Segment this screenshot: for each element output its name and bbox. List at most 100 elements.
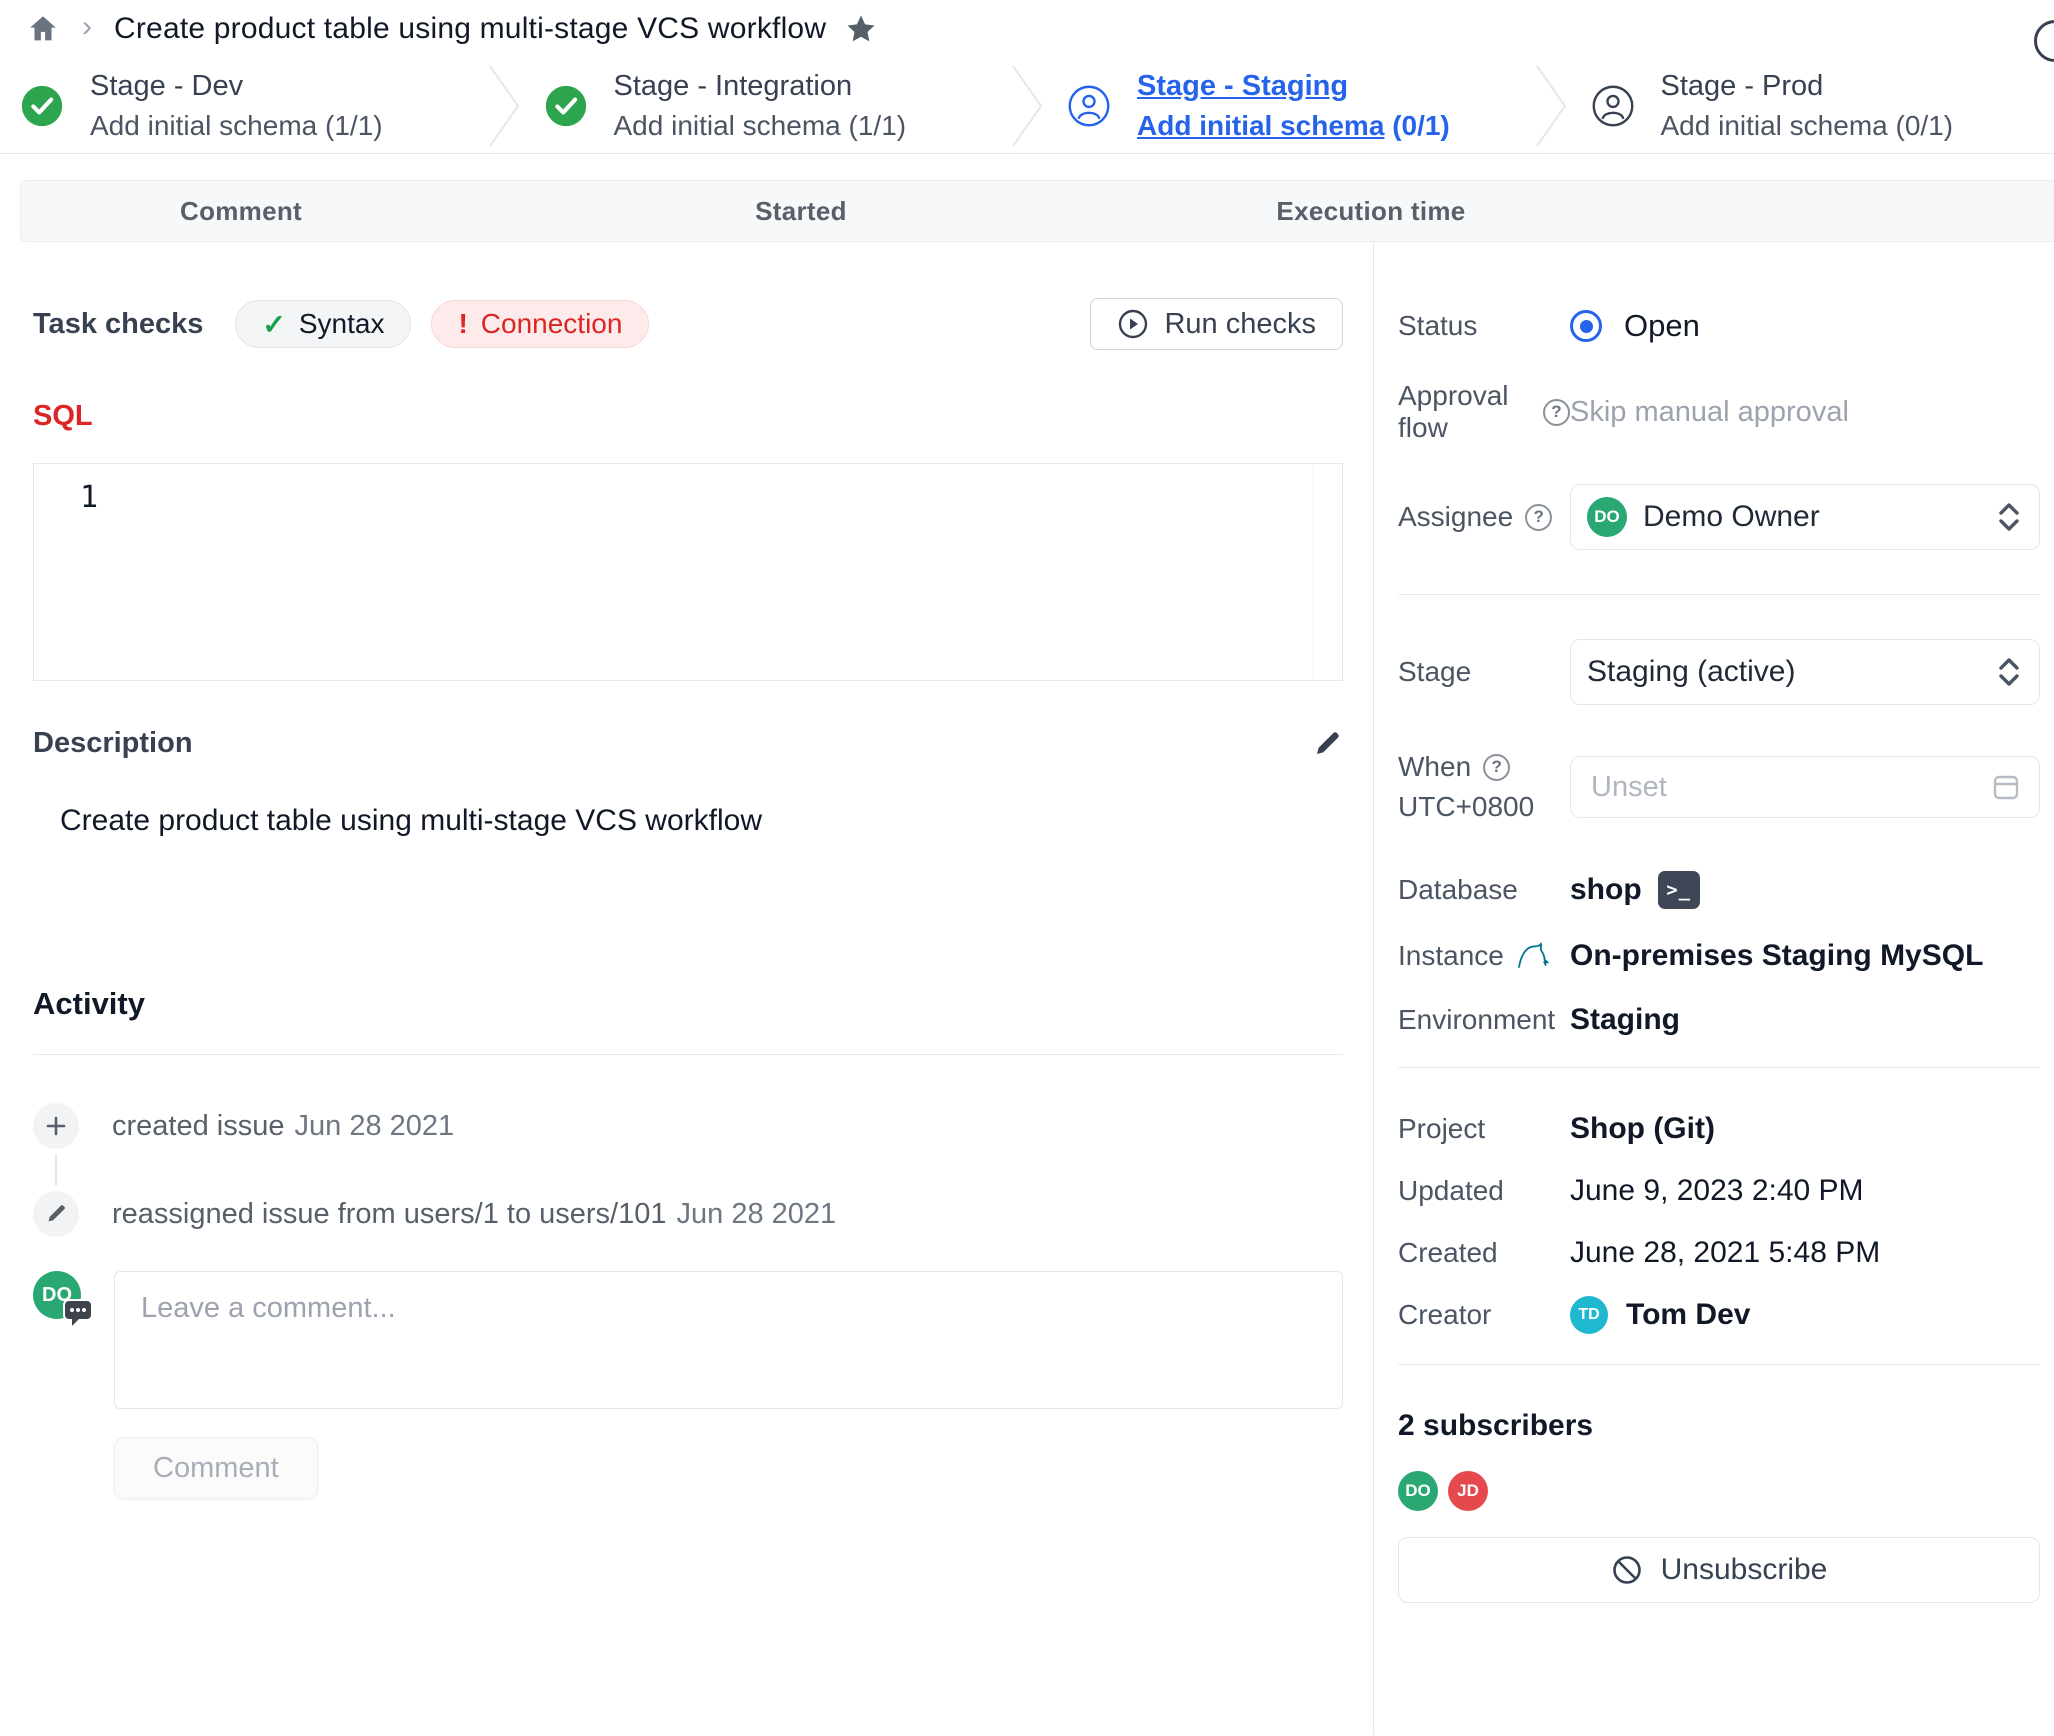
- stage-row: Stage Staging (active): [1398, 639, 2040, 705]
- breadcrumb-separator-icon: ›: [82, 10, 92, 48]
- timeline-connector: [55, 1154, 57, 1186]
- project-row: Project Shop (Git): [1398, 1112, 2040, 1146]
- page-title: Create product table using multi-stage V…: [114, 12, 826, 46]
- comment-bubble-icon: [63, 1299, 93, 1327]
- assignee-value: Demo Owner: [1643, 500, 1981, 534]
- exclamation-icon: !: [458, 308, 467, 340]
- person-circle-icon: [1591, 84, 1635, 128]
- chevron-updown-icon: [1997, 500, 2021, 534]
- when-datepicker[interactable]: [1570, 756, 2040, 818]
- home-icon[interactable]: [26, 12, 60, 46]
- syntax-check-badge[interactable]: ✓ Syntax: [235, 300, 411, 348]
- task-table-header: Comment Started Execution time: [20, 180, 2054, 242]
- stage-task: Add initial schema (1/1): [614, 110, 907, 142]
- stage-prod[interactable]: Stage - Prod Add initial schema (0/1): [1571, 70, 2054, 142]
- description-header: Description: [33, 727, 1343, 760]
- assignee-label: Assignee ?: [1398, 501, 1570, 533]
- stage-task: Add initial schema (1/1): [90, 110, 383, 142]
- when-row: When ? UTC+0800: [1398, 747, 2040, 827]
- current-user-avatar: DO: [33, 1271, 81, 1319]
- description-label: Description: [33, 727, 193, 760]
- unsubscribe-button[interactable]: Unsubscribe: [1398, 1537, 2040, 1603]
- status-open-radio[interactable]: [1570, 310, 1602, 342]
- run-checks-button[interactable]: Run checks: [1090, 298, 1343, 350]
- created-row: Created June 28, 2021 5:48 PM: [1398, 1236, 2040, 1270]
- environment-value: Staging: [1570, 1003, 2040, 1037]
- sidebar-divider: [1398, 594, 2040, 595]
- assignee-select[interactable]: DO Demo Owner: [1570, 484, 2040, 550]
- task-checks-row: Task checks ✓ Syntax ! Connection Run ch…: [33, 298, 1343, 350]
- activity-divider: [33, 1054, 1343, 1055]
- event-text: created issueJun 28 2021: [112, 1110, 454, 1143]
- help-icon[interactable]: ?: [1483, 754, 1510, 781]
- breadcrumb: › Create product table using multi-stage…: [0, 0, 2054, 58]
- event-text: reassigned issue from users/1 to users/1…: [112, 1198, 836, 1231]
- column-execution-time: Execution time: [1141, 196, 1601, 227]
- stage-staging[interactable]: Stage - Staging Add initial schema (0/1): [1047, 70, 1531, 142]
- editor-scrollbar-track: [1313, 464, 1314, 680]
- environment-label: Environment: [1398, 1004, 1570, 1036]
- database-row: Database shop >_: [1398, 871, 2040, 909]
- stage-pipeline: Stage - Dev Add initial schema (1/1) Sta…: [0, 58, 2054, 154]
- star-icon[interactable]: [844, 12, 878, 46]
- help-icon[interactable]: ?: [1543, 399, 1570, 426]
- approval-flow-label: Approval flow ?: [1398, 380, 1570, 444]
- creator-value: Tom Dev: [1626, 1298, 1750, 1332]
- plus-icon: [33, 1103, 79, 1149]
- created-value: June 28, 2021 5:48 PM: [1570, 1236, 2040, 1270]
- status-label: Status: [1398, 310, 1570, 342]
- check-circle-icon: [544, 84, 588, 128]
- stage-task: Add initial schema (0/1): [1661, 110, 1954, 142]
- event-date: Jun 28 2021: [295, 1110, 455, 1142]
- creator-label: Creator: [1398, 1299, 1570, 1331]
- chevron-updown-icon: [1997, 655, 2021, 689]
- stage-name: Stage - Staging: [1137, 70, 1450, 103]
- stage-label: Stage: [1398, 656, 1570, 688]
- stage-separator-icon: [1531, 64, 1571, 148]
- approval-flow-row: Approval flow ? Skip manual approval: [1398, 380, 2040, 444]
- column-started: Started: [461, 196, 1141, 227]
- sidebar-divider: [1398, 1067, 2040, 1068]
- activity-event: created issueJun 28 2021: [33, 1103, 1343, 1149]
- check-icon: ✓: [262, 308, 285, 341]
- creator-row: Creator TD Tom Dev: [1398, 1296, 2040, 1334]
- comment-button[interactable]: Comment: [114, 1437, 318, 1499]
- instance-label: Instance: [1398, 940, 1570, 972]
- status-row: Status Open: [1398, 308, 2040, 344]
- stage-integration[interactable]: Stage - Integration Add initial schema (…: [524, 70, 1008, 142]
- stage-select[interactable]: Staging (active): [1570, 639, 2040, 705]
- stage-dev[interactable]: Stage - Dev Add initial schema (1/1): [0, 70, 484, 142]
- top-header: › Create product table using multi-stage…: [0, 0, 2054, 154]
- when-label: When ? UTC+0800: [1398, 747, 1570, 827]
- updated-row: Updated June 9, 2023 2:40 PM: [1398, 1174, 2040, 1208]
- play-circle-icon: [1117, 308, 1149, 340]
- project-value: Shop (Git): [1570, 1112, 2040, 1146]
- when-timezone: UTC+0800: [1398, 791, 1534, 822]
- edit-pencil-icon[interactable]: [1311, 728, 1343, 760]
- instance-row: Instance On-premises Staging MySQL: [1398, 939, 2040, 973]
- comment-input[interactable]: [114, 1271, 1343, 1409]
- database-value[interactable]: shop: [1570, 873, 1642, 907]
- stage-separator-icon: [1007, 64, 1047, 148]
- pencil-icon: [33, 1191, 79, 1237]
- database-label: Database: [1398, 874, 1570, 906]
- created-label: Created: [1398, 1237, 1570, 1269]
- task-checks-label: Task checks: [33, 308, 203, 341]
- main-panel: Task checks ✓ Syntax ! Connection Run ch…: [0, 242, 1373, 1735]
- calendar-icon: [1991, 772, 2021, 802]
- help-icon[interactable]: ?: [1525, 504, 1552, 531]
- sql-editor[interactable]: 1: [33, 463, 1343, 681]
- check-circle-icon: [20, 84, 64, 128]
- stage-task: Add initial schema (0/1): [1137, 110, 1450, 142]
- stage-name: Stage - Dev: [90, 70, 383, 103]
- creator-avatar: TD: [1570, 1296, 1608, 1334]
- stage-value: Staging (active): [1587, 655, 1981, 689]
- updated-label: Updated: [1398, 1175, 1570, 1207]
- sql-console-icon[interactable]: >_: [1658, 871, 1700, 909]
- connection-check-badge[interactable]: ! Connection: [431, 300, 649, 348]
- column-comment: Comment: [21, 196, 461, 227]
- when-input[interactable]: [1591, 771, 1991, 804]
- editor-line-number: 1: [80, 480, 98, 515]
- activity-event: reassigned issue from users/1 to users/1…: [33, 1191, 1343, 1237]
- activity-timeline: created issueJun 28 2021 reassigned issu…: [33, 1103, 1343, 1237]
